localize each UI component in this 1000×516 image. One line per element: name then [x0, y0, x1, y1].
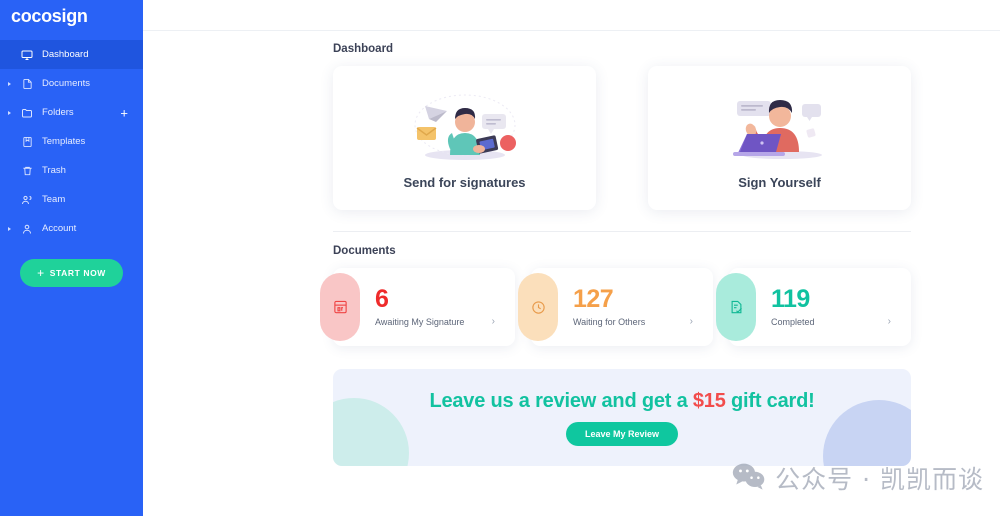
clock-icon	[531, 300, 545, 314]
sidebar-item-label: Account	[42, 223, 77, 234]
chevron-right-icon[interactable]	[8, 81, 11, 86]
stat-card-waiting-for-others[interactable]: 127 Waiting for Others ›	[518, 268, 713, 346]
sidebar: cocosign Dashboard Documents Folders + T…	[0, 0, 143, 516]
sidebar-item-folders[interactable]: Folders +	[0, 98, 143, 127]
sign-yourself-card[interactable]: Sign Yourself	[648, 66, 911, 210]
wechat-icon	[732, 462, 766, 495]
person-sending-mail-illustration	[403, 87, 527, 169]
banner-headline-suffix: gift card!	[725, 389, 815, 412]
sidebar-item-label: Folders	[42, 107, 74, 118]
stat-footer: Completed ›	[771, 317, 905, 328]
signature-doc-icon	[333, 300, 347, 314]
top-header-bar	[143, 0, 1000, 31]
stat-footer: Waiting for Others ›	[573, 317, 707, 328]
sidebar-item-label: Team	[42, 194, 66, 205]
stat-footer: Awaiting My Signature ›	[375, 317, 509, 328]
person-at-laptop-illustration	[725, 87, 835, 169]
stat-value: 6	[375, 285, 389, 313]
brand-logo[interactable]: cocosign	[0, 0, 143, 33]
sidebar-item-label: Dashboard	[42, 49, 89, 60]
stat-label: Completed	[771, 317, 815, 327]
sidebar-item-label: Templates	[42, 136, 86, 147]
send-for-signatures-card[interactable]: Send for signatures	[333, 66, 596, 210]
chevron-right-icon[interactable]	[8, 226, 11, 231]
stat-label: Awaiting My Signature	[375, 317, 465, 327]
sidebar-item-label: Documents	[42, 78, 91, 89]
app-root: cocosign Dashboard Documents Folders + T…	[0, 0, 1000, 516]
stat-body: 127 Waiting for Others ›	[573, 285, 713, 328]
sidebar-item-trash[interactable]: Trash	[0, 156, 143, 185]
main-area: Dashboard Send for signatures Sign Yours…	[143, 0, 1000, 516]
banner-decoration-right	[823, 400, 911, 466]
stat-body: 6 Awaiting My Signature ›	[375, 285, 515, 328]
brand-name: cocosign	[11, 6, 88, 26]
chevron-right-icon[interactable]: ›	[492, 317, 495, 327]
stat-card-completed[interactable]: 119 Completed ›	[716, 268, 911, 346]
stat-pill	[518, 273, 558, 341]
action-card-label: Send for signatures	[403, 174, 526, 190]
start-now-label: START NOW	[49, 268, 106, 278]
stat-label: Waiting for Others	[573, 317, 646, 327]
sidebar-item-team[interactable]: Team	[0, 185, 143, 214]
main-content: Dashboard Send for signatures Sign Yours…	[143, 31, 1000, 516]
chevron-right-icon[interactable]: ›	[690, 317, 693, 327]
chevron-right-icon[interactable]: ›	[888, 317, 891, 327]
document-icon	[20, 77, 34, 91]
page-title: Dashboard	[333, 43, 394, 55]
documents-section-title: Documents	[333, 245, 396, 257]
team-icon	[20, 193, 34, 207]
content-inner: Dashboard Send for signatures Sign Yours…	[320, 43, 911, 466]
stat-pill	[320, 273, 360, 341]
chevron-right-icon[interactable]	[8, 110, 11, 115]
doc-check-icon	[731, 300, 742, 314]
stat-body: 119 Completed ›	[771, 285, 911, 328]
sidebar-item-documents[interactable]: Documents	[0, 69, 143, 98]
stat-value: 119	[771, 285, 810, 313]
account-icon	[20, 222, 34, 236]
add-folder-icon[interactable]: +	[120, 106, 128, 119]
sidebar-item-label: Trash	[42, 165, 66, 176]
banner-headline-amount: $15	[692, 389, 726, 412]
sidebar-item-account[interactable]: Account	[0, 214, 143, 243]
banner-headline: Leave us a review and get a $15 gift car…	[429, 390, 814, 413]
folder-icon	[20, 106, 34, 120]
sidebar-item-dashboard[interactable]: Dashboard	[0, 40, 143, 69]
sidebar-item-templates[interactable]: Templates	[0, 127, 143, 156]
sidebar-nav: Dashboard Documents Folders + Templates …	[0, 40, 143, 243]
review-promo-banner: Leave us a review and get a $15 gift car…	[333, 369, 911, 466]
banner-headline-prefix: Leave us a review and get a	[429, 389, 693, 412]
template-icon	[20, 135, 34, 149]
plus-icon: +	[37, 266, 45, 280]
start-now-button[interactable]: + START NOW	[20, 259, 123, 287]
stat-value: 127	[573, 285, 614, 313]
monitor-icon	[20, 48, 34, 62]
start-now-container: + START NOW	[0, 259, 143, 287]
banner-decoration-left	[333, 398, 409, 466]
action-cards-row: Send for signatures Sign Yourself	[333, 66, 911, 210]
section-divider	[333, 231, 911, 232]
document-stats-row: 6 Awaiting My Signature › 127 Waiting fo…	[320, 268, 911, 346]
action-card-label: Sign Yourself	[738, 174, 821, 190]
leave-my-review-button[interactable]: Leave My Review	[565, 421, 679, 446]
stat-card-awaiting-my-signature[interactable]: 6 Awaiting My Signature ›	[320, 268, 515, 346]
stat-pill	[716, 273, 756, 341]
trash-icon	[20, 164, 34, 178]
